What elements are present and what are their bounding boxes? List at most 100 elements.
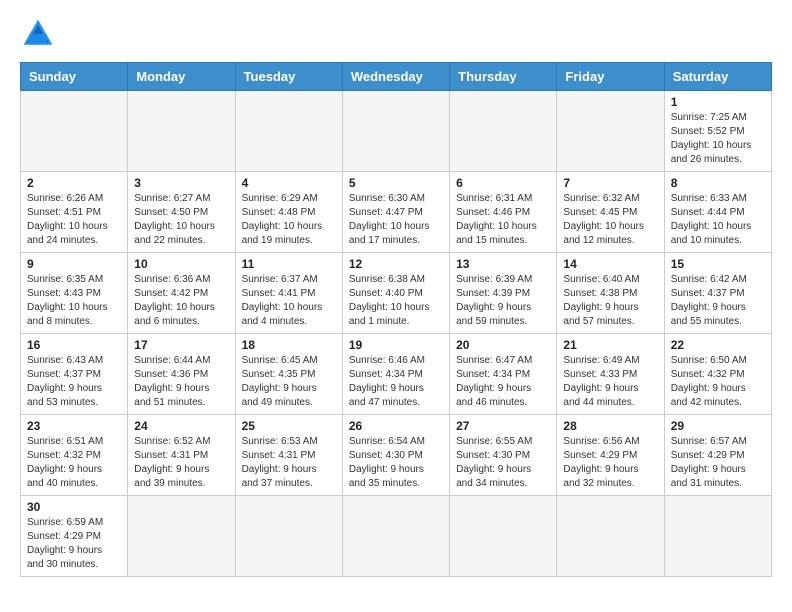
- day-number: 6: [456, 176, 550, 190]
- day-info: Sunrise: 6:33 AM Sunset: 4:44 PM Dayligh…: [671, 192, 765, 248]
- calendar-cell: 29 Sunrise: 6:57 AM Sunset: 4:29 PM Dayli…: [664, 415, 771, 496]
- day-number: 11: [242, 257, 336, 271]
- day-number: 1: [671, 95, 765, 109]
- calendar-cell: 4 Sunrise: 6:29 AM Sunset: 4:48 PM Daylig…: [235, 172, 342, 253]
- day-info: Sunrise: 6:53 AM Sunset: 4:31 PM Dayligh…: [242, 435, 336, 491]
- day-number: 24: [134, 419, 228, 433]
- day-number: 16: [27, 338, 121, 352]
- day-number: 17: [134, 338, 228, 352]
- day-number: 2: [27, 176, 121, 190]
- day-info: Sunrise: 6:31 AM Sunset: 4:46 PM Dayligh…: [456, 192, 550, 248]
- day-info: Sunrise: 6:27 AM Sunset: 4:50 PM Dayligh…: [134, 192, 228, 248]
- day-number: 18: [242, 338, 336, 352]
- weekday-thursday: Thursday: [450, 63, 557, 91]
- day-info: Sunrise: 6:44 AM Sunset: 4:36 PM Dayligh…: [134, 354, 228, 410]
- day-info: Sunrise: 6:32 AM Sunset: 4:45 PM Dayligh…: [563, 192, 657, 248]
- day-info: Sunrise: 6:49 AM Sunset: 4:33 PM Dayligh…: [563, 354, 657, 410]
- day-info: Sunrise: 6:38 AM Sunset: 4:40 PM Dayligh…: [349, 273, 443, 329]
- calendar-cell: 27 Sunrise: 6:55 AM Sunset: 4:30 PM Dayli…: [450, 415, 557, 496]
- calendar-cell: 8 Sunrise: 6:33 AM Sunset: 4:44 PM Daylig…: [664, 172, 771, 253]
- day-number: 21: [563, 338, 657, 352]
- calendar-cell: 30 Sunrise: 6:59 AM Sunset: 4:29 PM Dayli…: [21, 496, 128, 577]
- calendar-cell: 12 Sunrise: 6:38 AM Sunset: 4:40 PM Dayli…: [342, 253, 449, 334]
- day-info: Sunrise: 6:45 AM Sunset: 4:35 PM Dayligh…: [242, 354, 336, 410]
- day-info: Sunrise: 6:29 AM Sunset: 4:48 PM Dayligh…: [242, 192, 336, 248]
- day-number: 25: [242, 419, 336, 433]
- calendar-cell: 5Sunrise: 6:30 AM Sunset: 4:47 PM Daylig…: [342, 172, 449, 253]
- weekday-tuesday: Tuesday: [235, 63, 342, 91]
- calendar-cell: 14Sunrise: 6:40 AM Sunset: 4:38 PM Dayli…: [557, 253, 664, 334]
- day-info: Sunrise: 6:54 AM Sunset: 4:30 PM Dayligh…: [349, 435, 443, 491]
- weekday-monday: Monday: [128, 63, 235, 91]
- day-info: Sunrise: 6:50 AM Sunset: 4:32 PM Dayligh…: [671, 354, 765, 410]
- day-info: Sunrise: 6:36 AM Sunset: 4:42 PM Dayligh…: [134, 273, 228, 329]
- week-row-3: 9 Sunrise: 6:35 AM Sunset: 4:43 PM Daylig…: [21, 253, 772, 334]
- weekday-header-row: SundayMondayTuesdayWednesdayThursdayFrid…: [21, 63, 772, 91]
- day-number: 29: [671, 419, 765, 433]
- calendar-cell: [342, 496, 449, 577]
- weekday-friday: Friday: [557, 63, 664, 91]
- day-info: Sunrise: 6:55 AM Sunset: 4:30 PM Dayligh…: [456, 435, 550, 491]
- calendar-cell: 18 Sunrise: 6:45 AM Sunset: 4:35 PM Dayli…: [235, 334, 342, 415]
- calendar-cell: 28Sunrise: 6:56 AM Sunset: 4:29 PM Dayli…: [557, 415, 664, 496]
- day-info: Sunrise: 6:51 AM Sunset: 4:32 PM Dayligh…: [27, 435, 121, 491]
- day-number: 8: [671, 176, 765, 190]
- page: SundayMondayTuesdayWednesdayThursdayFrid…: [0, 0, 792, 612]
- day-number: 22: [671, 338, 765, 352]
- calendar-cell: [235, 496, 342, 577]
- calendar-cell: [128, 496, 235, 577]
- day-number: 4: [242, 176, 336, 190]
- calendar-cell: 23Sunrise: 6:51 AM Sunset: 4:32 PM Dayli…: [21, 415, 128, 496]
- day-number: 27: [456, 419, 550, 433]
- calendar-cell: 15 Sunrise: 6:42 AM Sunset: 4:37 PM Dayli…: [664, 253, 771, 334]
- day-info: Sunrise: 6:59 AM Sunset: 4:29 PM Dayligh…: [27, 516, 121, 572]
- day-info: Sunrise: 6:52 AM Sunset: 4:31 PM Dayligh…: [134, 435, 228, 491]
- calendar-cell: 21 Sunrise: 6:49 AM Sunset: 4:33 PM Dayli…: [557, 334, 664, 415]
- day-info: Sunrise: 6:56 AM Sunset: 4:29 PM Dayligh…: [563, 435, 657, 491]
- calendar-table: SundayMondayTuesdayWednesdayThursdayFrid…: [20, 62, 772, 577]
- day-info: Sunrise: 6:39 AM Sunset: 4:39 PM Dayligh…: [456, 273, 550, 329]
- day-number: 9: [27, 257, 121, 271]
- weekday-sunday: Sunday: [21, 63, 128, 91]
- week-row-1: 1 Sunrise: 7:25 AM Sunset: 5:52 PM Daylig…: [21, 91, 772, 172]
- calendar-cell: [450, 91, 557, 172]
- calendar-cell: 2Sunrise: 6:26 AM Sunset: 4:51 PM Daylig…: [21, 172, 128, 253]
- day-info: Sunrise: 6:35 AM Sunset: 4:43 PM Dayligh…: [27, 273, 121, 329]
- calendar-cell: 7Sunrise: 6:32 AM Sunset: 4:45 PM Daylig…: [557, 172, 664, 253]
- day-number: 14: [563, 257, 657, 271]
- logo-icon: [20, 16, 56, 52]
- calendar-cell: 9 Sunrise: 6:35 AM Sunset: 4:43 PM Daylig…: [21, 253, 128, 334]
- logo: [20, 16, 60, 52]
- calendar-cell: 24 Sunrise: 6:52 AM Sunset: 4:31 PM Dayli…: [128, 415, 235, 496]
- weekday-saturday: Saturday: [664, 63, 771, 91]
- calendar-cell: 10Sunrise: 6:36 AM Sunset: 4:42 PM Dayli…: [128, 253, 235, 334]
- day-number: 20: [456, 338, 550, 352]
- day-number: 13: [456, 257, 550, 271]
- calendar-cell: 25 Sunrise: 6:53 AM Sunset: 4:31 PM Dayli…: [235, 415, 342, 496]
- calendar-cell: [557, 496, 664, 577]
- day-info: Sunrise: 6:47 AM Sunset: 4:34 PM Dayligh…: [456, 354, 550, 410]
- calendar-cell: [557, 91, 664, 172]
- day-info: Sunrise: 6:37 AM Sunset: 4:41 PM Dayligh…: [242, 273, 336, 329]
- header: [20, 16, 772, 52]
- day-number: 26: [349, 419, 443, 433]
- day-info: Sunrise: 7:25 AM Sunset: 5:52 PM Dayligh…: [671, 111, 765, 167]
- day-info: Sunrise: 6:46 AM Sunset: 4:34 PM Dayligh…: [349, 354, 443, 410]
- day-number: 15: [671, 257, 765, 271]
- week-row-5: 23Sunrise: 6:51 AM Sunset: 4:32 PM Dayli…: [21, 415, 772, 496]
- day-info: Sunrise: 6:57 AM Sunset: 4:29 PM Dayligh…: [671, 435, 765, 491]
- day-number: 3: [134, 176, 228, 190]
- calendar-cell: 26 Sunrise: 6:54 AM Sunset: 4:30 PM Dayli…: [342, 415, 449, 496]
- calendar-cell: 16Sunrise: 6:43 AM Sunset: 4:37 PM Dayli…: [21, 334, 128, 415]
- calendar-cell: 6 Sunrise: 6:31 AM Sunset: 4:46 PM Daylig…: [450, 172, 557, 253]
- week-row-4: 16Sunrise: 6:43 AM Sunset: 4:37 PM Dayli…: [21, 334, 772, 415]
- calendar-cell: 1 Sunrise: 7:25 AM Sunset: 5:52 PM Daylig…: [664, 91, 771, 172]
- day-info: Sunrise: 6:42 AM Sunset: 4:37 PM Dayligh…: [671, 273, 765, 329]
- calendar-cell: 3 Sunrise: 6:27 AM Sunset: 4:50 PM Daylig…: [128, 172, 235, 253]
- calendar-cell: [664, 496, 771, 577]
- day-number: 30: [27, 500, 121, 514]
- day-number: 12: [349, 257, 443, 271]
- calendar-cell: 19Sunrise: 6:46 AM Sunset: 4:34 PM Dayli…: [342, 334, 449, 415]
- calendar-cell: 17 Sunrise: 6:44 AM Sunset: 4:36 PM Dayli…: [128, 334, 235, 415]
- calendar-cell: [21, 91, 128, 172]
